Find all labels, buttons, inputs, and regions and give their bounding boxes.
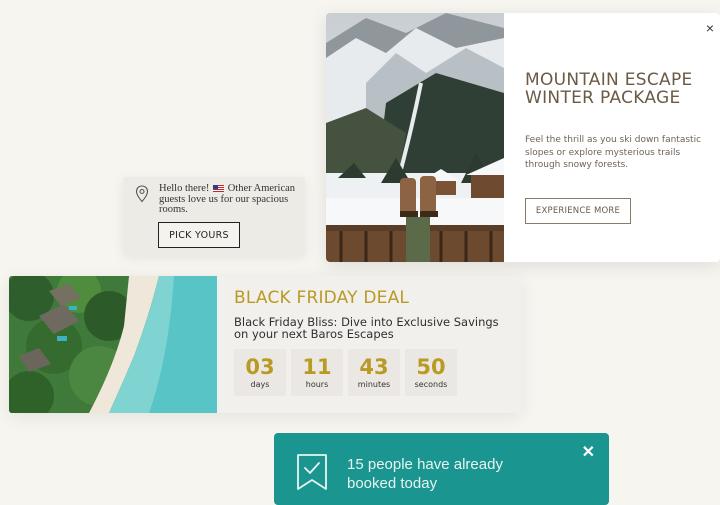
countdown-hours-label: hours (305, 380, 329, 389)
countdown-seconds-value: 50 (416, 355, 446, 379)
mountain-balcony-image (326, 13, 504, 262)
countdown-minutes-label: minutes (357, 380, 391, 389)
us-flag-icon (213, 185, 225, 193)
greeting-text: Hello there! (159, 183, 213, 194)
countdown-days-label: days (250, 380, 270, 389)
experience-more-button[interactable]: EXPERIENCE MORE (525, 198, 631, 224)
countdown-minutes: 43 minutes (348, 349, 400, 396)
guest-location-card: Hello there! Other American guests love … (123, 177, 305, 255)
bookmark-check-icon (296, 453, 328, 496)
countdown-hours: 11 hours (291, 349, 343, 396)
countdown-minutes-value: 43 (359, 355, 389, 379)
resort-beach-image (9, 276, 217, 413)
pick-yours-button[interactable]: PICK YOURS (158, 222, 240, 248)
close-icon[interactable]: ✕ (582, 442, 595, 462)
countdown-days-value: 03 (245, 355, 275, 379)
title-line-2: WINTER PACKAGE (525, 88, 681, 108)
booking-message: 15 people have already booked today (347, 456, 503, 492)
booking-notification: 15 people have already booked today ✕ (274, 433, 609, 505)
mountain-description: Feel the thrill as you ski down fantasti… (525, 135, 702, 170)
mountain-title: MOUNTAIN ESCAPE WINTER PACKAGE (525, 71, 705, 107)
guest-message: Hello there! Other American guests love … (159, 183, 299, 216)
black-friday-card: BLACK FRIDAY DEAL Black Friday Bliss: Di… (9, 276, 521, 413)
countdown-timer: 03 days 11 hours 43 minutes 50 seconds (234, 349, 457, 396)
black-friday-title: BLACK FRIDAY DEAL (234, 288, 410, 308)
black-friday-description: Black Friday Bliss: Dive into Exclusive … (234, 315, 499, 341)
title-line-1: MOUNTAIN ESCAPE (525, 70, 693, 90)
location-pin-icon (135, 185, 149, 208)
close-icon[interactable]: × (706, 21, 714, 35)
countdown-days: 03 days (234, 349, 286, 396)
countdown-seconds: 50 seconds (405, 349, 457, 396)
countdown-seconds-label: seconds (414, 380, 448, 389)
countdown-hours-value: 11 (302, 355, 332, 379)
mountain-escape-popup: × MOUNTAIN ESCAPE WINTER PACKAGE Feel th… (326, 13, 720, 262)
